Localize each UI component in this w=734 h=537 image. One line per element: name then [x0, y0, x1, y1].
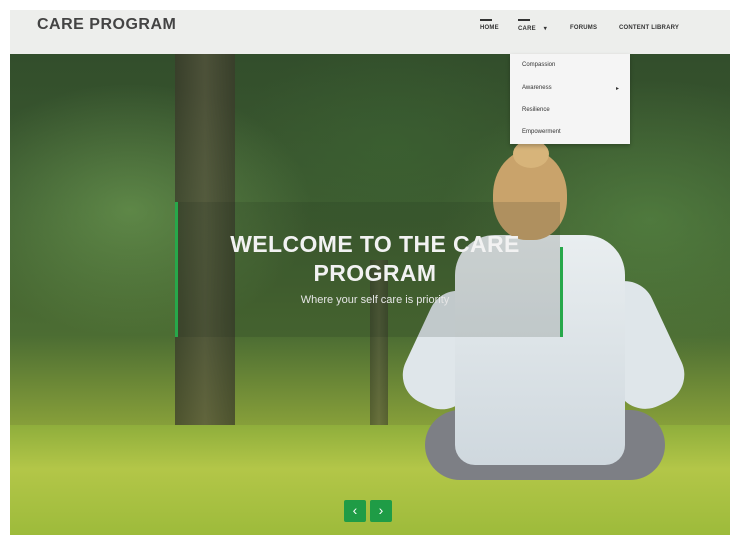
nav-care[interactable]: CARE ▾ — [518, 19, 547, 39]
navbar: CARE PROGRAM HOME CARE ▾ FORUMS CONTENT … — [10, 10, 730, 54]
dropdown-item-resilience[interactable]: Resilience — [522, 107, 550, 113]
nav-home-indicator — [480, 19, 492, 21]
chevron-down-icon: ▾ — [543, 26, 547, 32]
nav-home[interactable]: HOME — [480, 19, 499, 39]
woman-hair-bun — [513, 140, 549, 168]
hero-title: WELCOME TO THE CARE PROGRAM — [230, 231, 520, 286]
chevron-right-icon: ▸ — [616, 86, 620, 92]
nav-forums[interactable]: FORUMS — [570, 25, 597, 39]
dropdown-item-empowerment[interactable]: Empowerment — [522, 129, 561, 135]
dropdown-item-awareness[interactable]: Awareness — [522, 85, 552, 91]
nav-home-label: HOME — [480, 25, 499, 31]
brand-logo[interactable]: CARE PROGRAM — [37, 16, 176, 34]
nav-care-label: CARE — [518, 26, 536, 32]
caption-accent-right — [560, 247, 563, 337]
caption-accent-left — [175, 202, 178, 337]
slider-next-button[interactable]: › — [370, 500, 392, 522]
page-frame: WELCOME TO THE CARE PROGRAM Where your s… — [10, 10, 730, 535]
hero-caption: WELCOME TO THE CARE PROGRAM Where your s… — [175, 202, 563, 337]
hero-subtitle: Where your self care is priority — [300, 294, 450, 306]
care-dropdown-menu: Compassion Awareness ▸ Resilience Empowe… — [510, 54, 630, 144]
nav-care-indicator — [518, 19, 530, 21]
slider-prev-button[interactable]: ‹ — [344, 500, 366, 522]
dropdown-item-compassion[interactable]: Compassion — [522, 62, 555, 68]
nav-content-library[interactable]: CONTENT LIBRARY — [619, 25, 679, 39]
